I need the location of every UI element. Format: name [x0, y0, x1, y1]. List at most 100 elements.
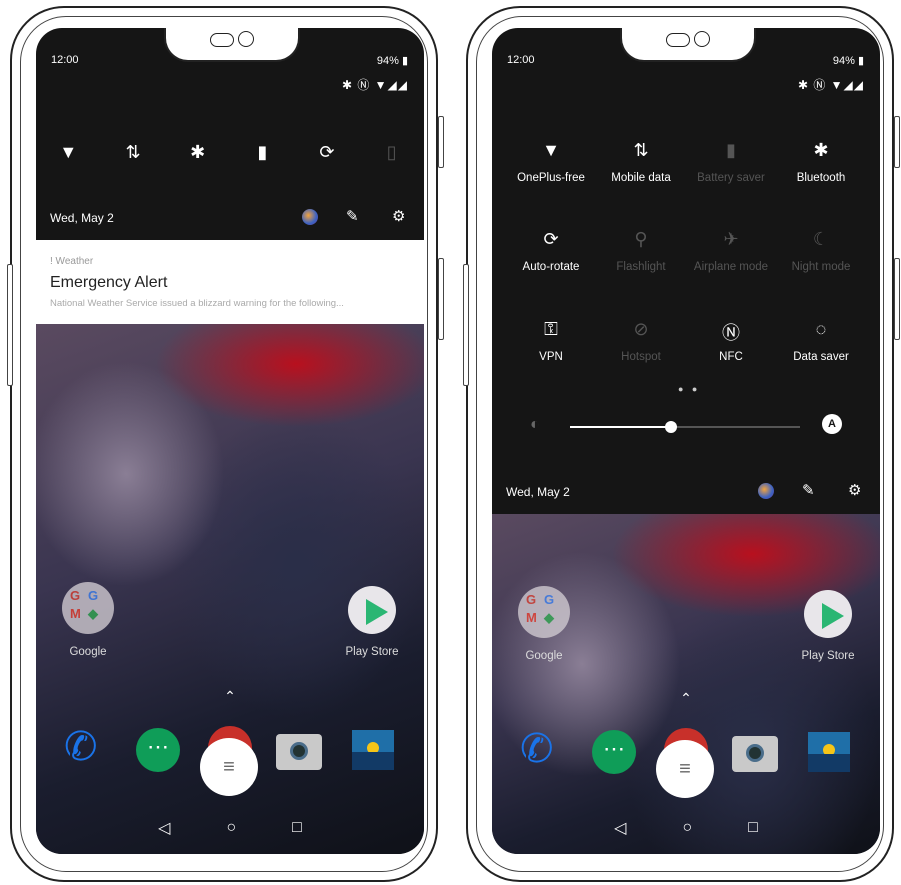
- navigation-bar: ◁ ○ □: [492, 802, 880, 854]
- tile-nfc[interactable]: Ⓝ NFC: [686, 319, 776, 363]
- alert-slider: [438, 116, 444, 168]
- notification-app: ! Weather: [50, 256, 94, 267]
- tile-flashlight[interactable]: ⚲ Flashlight: [596, 229, 686, 273]
- user-avatar[interactable]: [302, 209, 318, 225]
- tile-hotspot[interactable]: ⊘ Hotspot: [596, 319, 686, 363]
- tile-label: Flashlight: [616, 261, 666, 273]
- play-store-icon[interactable]: [348, 586, 396, 634]
- notification-card[interactable]: ! Weather Emergency Alert National Weath…: [36, 240, 424, 324]
- recents-icon[interactable]: □: [292, 819, 302, 837]
- speaker: [666, 33, 690, 47]
- play-triangle: [366, 599, 388, 625]
- auto-rotate-icon: ⟳: [543, 229, 559, 249]
- notification-body: National Weather Service issued a blizza…: [50, 298, 344, 309]
- settings-gear-icon[interactable]: ⚙: [848, 481, 861, 499]
- brightness-thumb[interactable]: [665, 421, 678, 433]
- google-label: Google: [525, 650, 563, 662]
- front-camera: [694, 31, 710, 47]
- hangouts-app-icon[interactable]: ⋯: [136, 728, 180, 772]
- back-icon[interactable]: ◁: [158, 818, 170, 838]
- page-indicator: ● ●: [678, 384, 701, 394]
- edit-icon[interactable]: ✎: [802, 481, 815, 499]
- night-mode-icon: ☾: [812, 229, 830, 249]
- google-folder[interactable]: G G M ◆: [62, 582, 114, 634]
- tile-label: Data saver: [793, 351, 849, 363]
- flashlight-icon[interactable]: ▮: [247, 142, 277, 163]
- date-label: Wed, May 2: [506, 485, 570, 499]
- gmail-mini-icon: M: [70, 606, 81, 621]
- edit-icon[interactable]: ✎: [346, 207, 359, 225]
- notification-title: Emergency Alert: [50, 274, 168, 291]
- app-drawer-chevron-icon[interactable]: ⌃: [220, 688, 240, 705]
- quick-settings-row: ▼ ⇅ ✱ ▮ ⟳ ▯: [36, 134, 424, 170]
- date-label: Wed, May 2: [50, 211, 114, 225]
- tile-battery-saver[interactable]: ▮ Battery saver: [686, 140, 776, 184]
- app-drawer-chevron-icon[interactable]: ⌃: [676, 690, 696, 707]
- tile-vpn[interactable]: ⚿ VPN: [506, 319, 596, 363]
- wifi-icon: ▼: [542, 140, 560, 160]
- user-avatar[interactable]: [758, 483, 774, 499]
- mobile-data-icon[interactable]: ⇅: [118, 142, 148, 163]
- camera-app-icon[interactable]: [276, 734, 322, 770]
- recents-icon[interactable]: □: [748, 819, 758, 837]
- tile-wifi[interactable]: ▼ OnePlus-free: [506, 140, 596, 184]
- google-folder[interactable]: G G M ◆: [518, 586, 570, 638]
- phone-left: 12:00 94% ▮ ✱ Ⓝ ▼◢◢ ▼ ⇅ ✱ ▮ ⟳ ▯ Wed, May…: [7, 6, 444, 882]
- nfc-icon: Ⓝ: [722, 323, 740, 343]
- battery-percent: 94% ▮: [377, 54, 408, 67]
- notch: [164, 28, 300, 62]
- play-store-icon[interactable]: [804, 590, 852, 638]
- auto-rotate-icon[interactable]: ⟳: [312, 142, 342, 163]
- battery-saver-icon[interactable]: ▯: [377, 142, 407, 163]
- status-time: 12:00: [51, 54, 79, 66]
- mobile-data-icon: ⇅: [633, 140, 649, 160]
- tile-airplane-mode[interactable]: ✈ Airplane mode: [686, 229, 776, 273]
- brightness-track[interactable]: [570, 421, 800, 433]
- google-g-icon: G: [526, 592, 537, 607]
- gallery-app-icon[interactable]: [352, 730, 394, 770]
- tile-label: Mobile data: [611, 172, 671, 184]
- tile-label: Battery saver: [697, 172, 765, 184]
- tile-data-saver[interactable]: ◌ Data saver: [776, 319, 866, 363]
- battery-icon: ▮: [401, 55, 408, 67]
- shelf-button[interactable]: ≡: [656, 740, 714, 798]
- play-triangle: [822, 603, 844, 629]
- tile-label: Auto-rotate: [522, 261, 580, 273]
- bluetooth-icon: ✱: [813, 140, 829, 160]
- wifi-icon[interactable]: ▼: [53, 142, 83, 163]
- vpn-key-icon: ⚿: [544, 319, 558, 339]
- chrome-mini-icon: G: [88, 588, 99, 603]
- brightness-low-icon: ◐: [530, 416, 540, 433]
- status-time: 12:00: [507, 54, 535, 66]
- settings-gear-icon[interactable]: ⚙: [392, 207, 405, 225]
- battery-label: 94%: [376, 55, 399, 67]
- brightness-slider[interactable]: ◐ A: [492, 412, 880, 442]
- tile-bluetooth[interactable]: ✱ Bluetooth: [776, 140, 866, 184]
- tile-label: Night mode: [791, 261, 851, 273]
- phone-app-icon[interactable]: ✆: [520, 726, 554, 772]
- maps-mini-icon: ◆: [88, 606, 98, 621]
- google-label: Google: [69, 646, 107, 658]
- tile-label: VPN: [539, 351, 563, 363]
- tile-auto-rotate[interactable]: ⟳ Auto-rotate: [506, 229, 596, 273]
- phone-app-icon[interactable]: ✆: [64, 724, 98, 770]
- auto-brightness-icon[interactable]: A: [822, 414, 842, 434]
- tile-label: NFC: [719, 351, 743, 363]
- home-icon[interactable]: ○: [682, 819, 692, 837]
- shelf-button[interactable]: ≡: [200, 738, 258, 796]
- camera-app-icon[interactable]: [732, 736, 778, 772]
- volume-button: [7, 264, 13, 386]
- home-wallpaper: G G M ◆ Google Play Store ⌃ ✆ ⋯ ≡ ◁ ○ □: [492, 514, 880, 854]
- power-button: [894, 258, 900, 340]
- hangouts-app-icon[interactable]: ⋯: [592, 730, 636, 774]
- bluetooth-icon[interactable]: ✱: [183, 142, 213, 163]
- tile-mobile-data[interactable]: ⇅ Mobile data: [596, 140, 686, 184]
- tile-label: Hotspot: [621, 351, 661, 363]
- tile-night-mode[interactable]: ☾ Night mode: [776, 229, 866, 273]
- screen: 12:00 94% ▮ ✱ Ⓝ ▼◢◢ ▼ ⇅ ✱ ▮ ⟳ ▯ Wed, May…: [36, 28, 424, 854]
- camera-lens: [290, 742, 308, 760]
- back-icon[interactable]: ◁: [614, 818, 626, 838]
- home-icon[interactable]: ○: [226, 819, 236, 837]
- tile-label: Bluetooth: [796, 172, 846, 184]
- gallery-app-icon[interactable]: [808, 732, 850, 772]
